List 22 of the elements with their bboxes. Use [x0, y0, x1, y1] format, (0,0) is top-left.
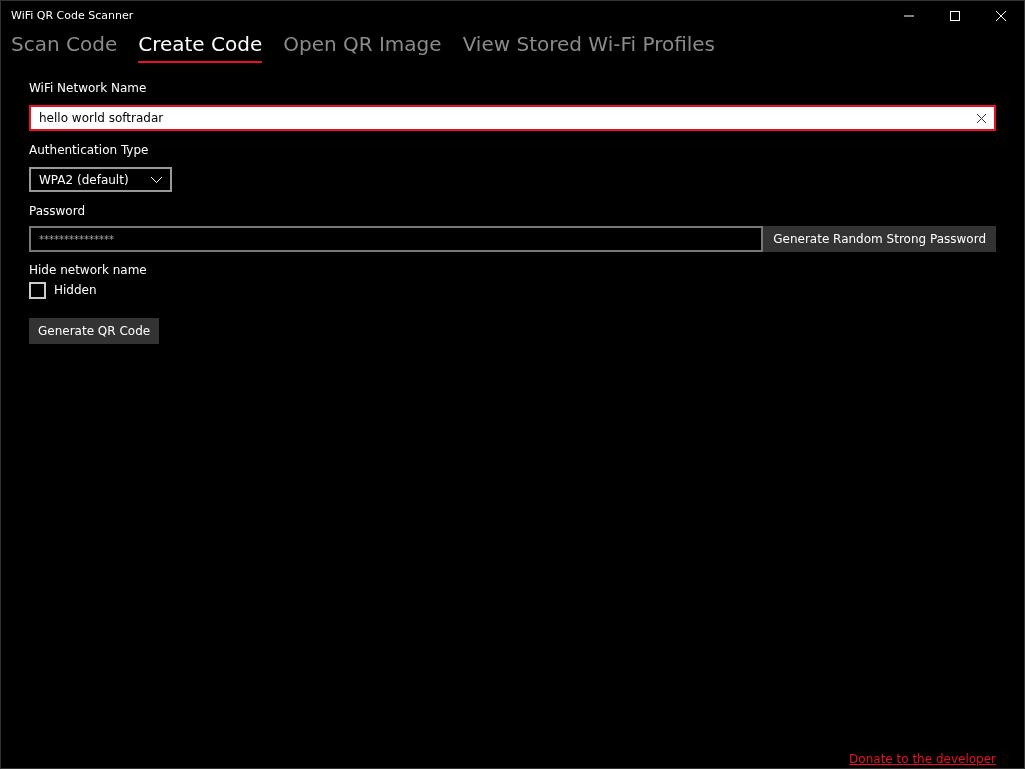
tab[interactable]: Create Code [138, 31, 263, 63]
field-value: hello world softradar [39, 110, 165, 127]
donate-link[interactable]: Donate to the developer [849, 750, 996, 766]
checkbox[interactable] [29, 281, 46, 299]
field-label: Password [29, 203, 87, 220]
network-name-field[interactable]: hello world softradar [29, 105, 996, 131]
close-icon [996, 11, 1006, 21]
tab[interactable]: Scan Code [11, 31, 118, 63]
field-label: WiFi Network Name [29, 80, 148, 97]
authentication-dropdown[interactable]: WPA2 (default) [29, 167, 172, 192]
checkbox-label: Hidden [54, 282, 97, 299]
field-label: Authentication Type [29, 142, 150, 159]
clear-icon[interactable] [977, 113, 986, 123]
field-label: Hide network name [29, 262, 148, 279]
window-title: WiFi QR Code Scanner [11, 7, 135, 24]
maximize-icon [950, 11, 960, 21]
tab[interactable]: View Stored Wi-Fi Profiles [462, 31, 716, 63]
tab[interactable]: Open QR Image [283, 31, 442, 63]
generate-qr-button[interactable]: Generate QR Code [29, 318, 160, 344]
generate-password-button[interactable]: Generate Random Strong Password [763, 226, 996, 252]
password-field[interactable]: *************** [29, 226, 764, 252]
chevron-down-icon [151, 176, 162, 183]
